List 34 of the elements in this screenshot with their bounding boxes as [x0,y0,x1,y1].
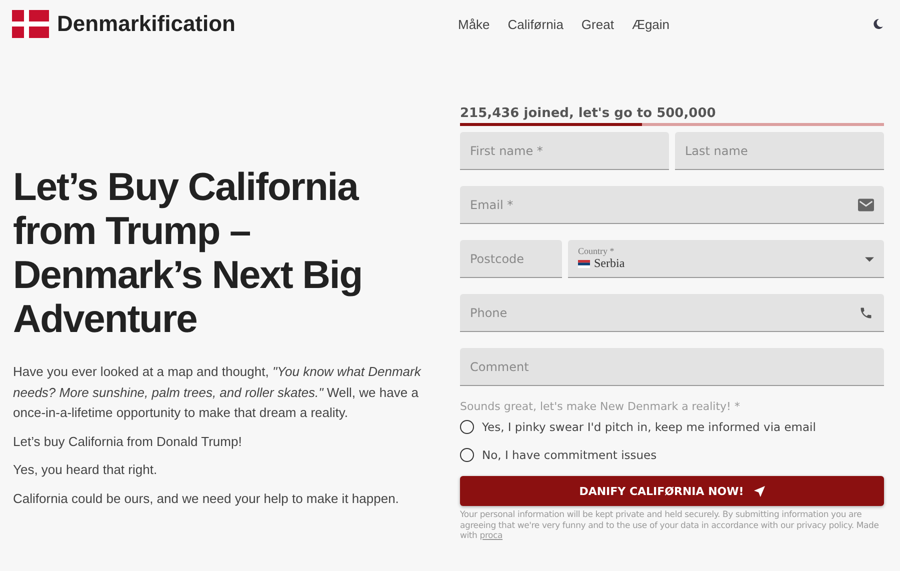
input-field[interactable]: Comment [460,348,884,386]
radio-button[interactable] [460,448,474,462]
radio-label: Yes, I pinky swear I'd pitch in, keep me informed via email [482,420,816,434]
nav-link[interactable]: Califørnia [508,16,564,32]
paragraph: California could be ours, and we need your help to make it happen. [13,490,400,508]
radio-label: No, I have commitment issues [482,448,657,462]
country-select[interactable]: Country * Serbia [568,240,884,278]
paragraph: Have you ever looked at a map and thought, "You know what Denmark needs? More sunshine, palm trees, and roller skates." Well, we have a once-in-a-lifetime opportunity to make that dream a reality. [13,363,422,422]
send-icon [754,486,765,496]
flag-icon [578,260,590,268]
brand-name: Denmarkification [57,11,236,37]
paragraph: Let’s buy California from Donald Trump! [13,432,243,451]
dropdown-icon [865,257,874,262]
radio-button[interactable] [460,420,474,434]
input-field[interactable]: First name * [460,132,669,170]
input-field[interactable]: Last name [675,132,884,170]
moon-icon[interactable] [872,18,884,30]
input-field[interactable]: Email * [460,186,884,224]
nav-link[interactable]: Måke [458,16,490,32]
nav-link[interactable]: Great [581,16,614,32]
progress-label: 215,436 joined, let's go to 500,000 [460,106,717,121]
privacy-note: Your personal information will be kept private and held securely. By submitting information you are agreeing that we're very funny and to the use of your data in accordance with our privacy policy. Made with proca [460,510,880,542]
question-label: Sounds great, let's make New Denmark a reality! * [460,400,741,413]
phone-icon [858,306,874,320]
submit-button[interactable]: DANIFY CALIFØRNIA NOW! [460,476,884,506]
input-field[interactable]: Postcode [460,240,562,278]
flag-icon [12,10,49,38]
nav-link[interactable]: Ægain [632,16,670,32]
input-field[interactable]: Phone [460,294,884,332]
headline: Let’s Buy California from Trump – Denmark’s Next Big Adventure [13,166,364,342]
paragraph: Yes, you heard that right. [13,461,158,479]
select-value: Serbia [594,256,625,271]
envelope-icon [858,198,874,212]
field-label: Country * [578,246,614,256]
